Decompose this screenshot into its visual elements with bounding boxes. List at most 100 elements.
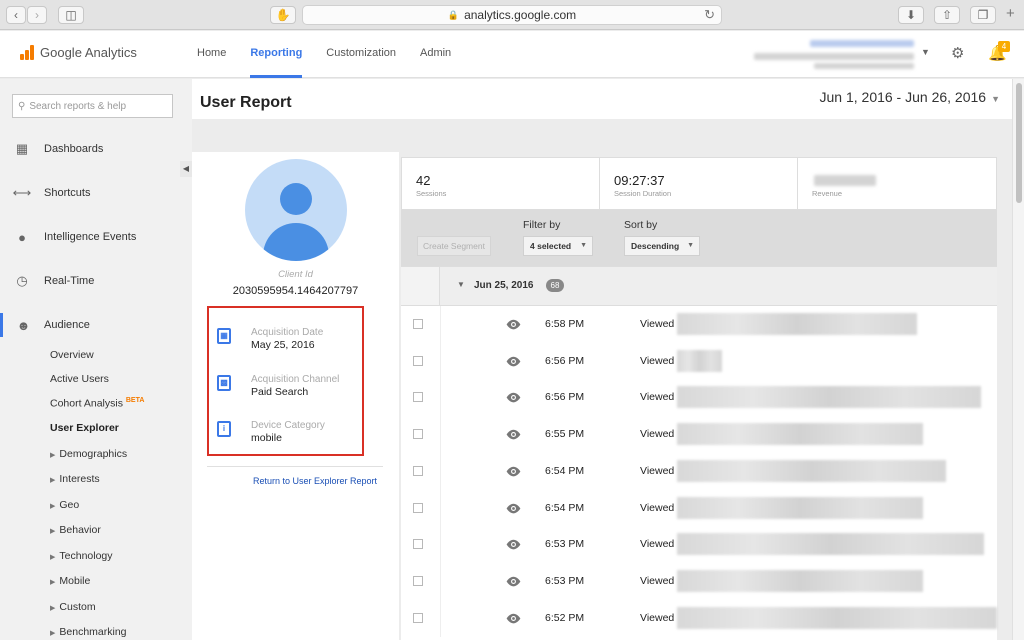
sidebar-item-audience[interactable]: ☻ Audience <box>0 313 192 337</box>
row-checkbox[interactable] <box>413 429 423 440</box>
sidebar-sub-geo[interactable]: ▶ Geo <box>50 499 79 511</box>
page-url-redacted <box>677 569 923 592</box>
sidebar-sub-interests[interactable]: ▶ Interests <box>50 473 100 485</box>
chevron-down-icon[interactable]: ▼ <box>921 47 930 57</box>
caret-right-icon: ▶ <box>50 605 56 612</box>
ga-logo[interactable]: Google Analytics <box>20 45 137 60</box>
activity-row[interactable]: 6:56 PM Viewed <box>401 342 997 380</box>
date-range-picker[interactable]: Jun 1, 2016 - Jun 26, 2016 ▼ <box>820 89 1001 105</box>
scrollbar-thumb[interactable] <box>1016 83 1022 203</box>
eye-icon <box>505 574 522 587</box>
caret-right-icon: ▶ <box>50 528 56 535</box>
sidebar-sub-benchmarking[interactable]: ▶ Benchmarking <box>50 626 127 638</box>
tab-customization[interactable]: Customization <box>326 31 396 78</box>
activity-row[interactable]: 6:58 PM Viewed <box>401 306 997 343</box>
sidebar-item-real-time[interactable]: ◷ Real-Time <box>0 269 192 293</box>
activity-row[interactable]: 6:53 PM Viewed <box>401 562 997 600</box>
scrollbar[interactable] <box>1012 79 1024 640</box>
sidebar-sub-demographics[interactable]: ▶ Demographics <box>50 448 127 460</box>
activity-row[interactable]: 6:55 PM Viewed <box>401 416 997 454</box>
clock-icon: ◷ <box>16 273 28 288</box>
group-checkbox-column <box>401 267 440 305</box>
user-profile-panel: Client Id 2030595954.1464207797 ▦ Acquis… <box>192 152 399 640</box>
row-checkbox[interactable] <box>413 502 423 513</box>
extension-button[interactable]: ✋ <box>270 6 296 24</box>
sidebar-sub-active-users[interactable]: Active Users <box>50 373 109 385</box>
caret-down-icon[interactable]: ▼ <box>457 280 465 289</box>
tab-reporting[interactable]: Reporting <box>250 31 303 78</box>
row-checkbox[interactable] <box>413 319 423 329</box>
sort-dropdown[interactable]: Descending ▼ <box>624 236 700 256</box>
eye-icon <box>505 390 522 403</box>
filter-value: 4 selected <box>530 241 572 251</box>
sidebar-sub-behavior[interactable]: ▶ Behavior <box>50 524 101 536</box>
sidebar-sub-overview[interactable]: Overview <box>50 349 94 361</box>
sidebar-icon: ◫ <box>65 8 77 22</box>
calendar-icon: ▦ <box>217 328 231 344</box>
sidebar-toggle-button[interactable]: ◫ <box>58 6 84 24</box>
create-segment-button[interactable]: Create Segment <box>417 236 491 256</box>
sidebar-item-label: Shortcuts <box>44 187 91 199</box>
caret-right-icon: ▶ <box>50 630 56 637</box>
forward-button[interactable]: › <box>27 6 47 24</box>
beta-badge: BETA <box>125 397 145 404</box>
divider <box>207 466 383 467</box>
sidebar-item-dashboards[interactable]: ▦ Dashboards <box>0 137 192 161</box>
sidebar-sub-technology[interactable]: ▶ Technology <box>50 550 113 562</box>
row-checkbox[interactable] <box>413 575 423 586</box>
gear-icon[interactable]: ⚙ <box>951 44 964 62</box>
caret-right-icon: ▶ <box>50 554 56 561</box>
caret-right-icon: ▶ <box>50 503 56 510</box>
sidebar-item-intelligence-events[interactable]: ● Intelligence Events <box>0 225 192 249</box>
filter-dropdown[interactable]: 4 selected ▼ <box>523 236 593 256</box>
activity-row[interactable]: 6:52 PM Viewed <box>401 599 997 637</box>
sidebar-sub-label: Mobile <box>59 575 91 587</box>
new-tab-button[interactable]: + <box>1006 5 1015 22</box>
tab-home[interactable]: Home <box>197 31 226 78</box>
activity-time: 6:54 PM <box>545 464 585 477</box>
search-input[interactable]: ⚲ Search reports & help <box>12 94 173 118</box>
activity-row[interactable]: 6:54 PM Viewed <box>401 489 997 527</box>
sidebar-sub-user-explorer[interactable]: User Explorer <box>50 422 119 434</box>
row-checkbox[interactable] <box>413 539 423 550</box>
analytics-logo-icon <box>20 45 35 60</box>
return-to-user-explorer-link[interactable]: Return to User Explorer Report <box>253 476 377 486</box>
client-id-label: Client Id <box>278 269 313 280</box>
row-checkbox[interactable] <box>413 392 423 403</box>
back-button[interactable]: ‹ <box>6 6 26 24</box>
sidebar-sub-label: Benchmarking <box>59 626 127 638</box>
activity-row[interactable]: 6:56 PM Viewed <box>401 379 997 417</box>
activity-action: Viewed <box>640 354 675 367</box>
activity-action: Viewed <box>640 538 675 551</box>
row-checkbox[interactable] <box>413 465 423 476</box>
sidebar-item-shortcuts[interactable]: ⟷ Shortcuts <box>0 181 192 205</box>
duration-label: Session Duration <box>614 189 672 198</box>
tab-admin[interactable]: Admin <box>420 31 451 78</box>
address-bar[interactable]: 🔒 analytics.google.com ↻ <box>302 5 722 25</box>
avatar-head <box>280 183 312 215</box>
report-toolbar-band <box>192 119 1012 152</box>
client-id-value: 2030595954.1464207797 <box>232 285 359 297</box>
reload-icon[interactable]: ↻ <box>704 7 715 23</box>
row-checkbox[interactable] <box>413 612 423 623</box>
tabs-button[interactable]: ❐ <box>970 6 996 24</box>
share-button[interactable]: ⇧ <box>934 6 960 24</box>
sidebar-sub-mobile[interactable]: ▶ Mobile <box>50 575 90 587</box>
sidebar-sub-custom[interactable]: ▶ Custom <box>50 601 96 613</box>
chevron-left-icon: ◀ <box>182 164 190 173</box>
activity-date-group[interactable]: ▼ Jun 25, 2016 68 <box>401 266 997 306</box>
cell-divider <box>440 452 441 490</box>
acquisition-date-label: Acquisition Date <box>251 327 324 338</box>
activity-row[interactable]: 6:53 PM Viewed <box>401 526 997 564</box>
eye-icon <box>505 427 522 440</box>
cell-divider <box>440 526 441 564</box>
group-date: Jun 25, 2016 <box>474 280 534 291</box>
app-name: Google Analytics <box>40 45 137 60</box>
sidebar-sub-cohort-analysis[interactable]: Cohort Analysis BETA <box>50 397 144 410</box>
sidebar-sub-label: Custom <box>59 601 96 613</box>
downloads-button[interactable]: ⬇ <box>898 6 924 24</box>
row-checkbox[interactable] <box>413 355 423 366</box>
activity-row[interactable]: 6:54 PM Viewed <box>401 452 997 490</box>
collapse-sidebar-button[interactable]: ◀ <box>180 161 192 177</box>
share-icon: ⇧ <box>941 8 953 22</box>
